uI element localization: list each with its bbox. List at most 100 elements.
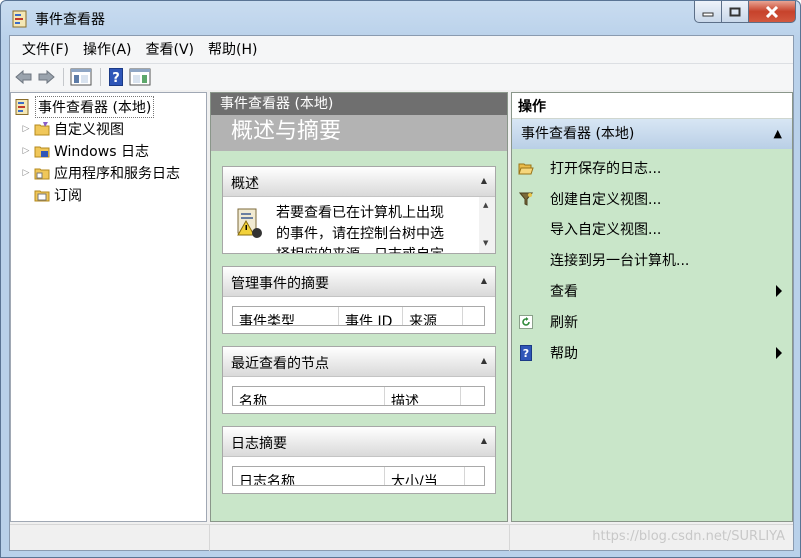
help-button[interactable]: ? — [106, 67, 126, 87]
column-header[interactable]: 事件 ID — [339, 307, 403, 325]
overview-title: 概述与摘要 — [211, 115, 507, 151]
action-label: 打开保存的日志... — [550, 161, 662, 177]
action-pane-icon — [129, 68, 151, 86]
column-header[interactable]: 事件类型 — [233, 307, 339, 325]
subscriptions-icon — [34, 190, 50, 202]
actions-header: 操作 — [512, 93, 792, 119]
action-view[interactable]: 查看 — [512, 276, 792, 306]
windows-logs-folder-icon — [34, 146, 50, 158]
column-header[interactable]: 大小/当 — [385, 467, 465, 485]
show-hide-action-pane-button[interactable] — [128, 67, 152, 87]
section-title: 管理事件的摘要 — [231, 276, 329, 292]
overview-section: 概述 ▲ 若要查看已在计算机上出现 的事件，请在控制台树中选 ▲ ▼ — [222, 166, 496, 254]
action-open-saved-log[interactable]: 打开保存的日志... — [512, 153, 792, 183]
tree-item-app-service-logs[interactable]: ▷ 应用程序和服务日志 — [21, 162, 180, 184]
maximize-button[interactable] — [722, 1, 749, 23]
column-header[interactable]: 描述 — [385, 387, 461, 405]
custom-views-folder-icon — [34, 122, 50, 136]
overview-text-line: 择相应的来源、日志或自定 — [276, 245, 444, 253]
action-create-custom-view[interactable]: 创建自定义视图... — [512, 184, 792, 214]
overview-text-line: 的事件，请在控制台树中选 — [276, 226, 444, 242]
action-label: 帮助 — [550, 346, 578, 362]
overview-scrollbar[interactable]: ▲ ▼ — [479, 197, 495, 253]
log-summary-section-body: 日志名称 大小/当 — [223, 457, 495, 493]
column-header[interactable]: 日志名称 — [233, 467, 385, 485]
client-area: 文件(F) 操作(A) 查看(V) 帮助(H) ? 事件查看器 (本地) ▷ 自… — [9, 35, 794, 551]
overview-section-header[interactable]: 概述 ▲ — [223, 167, 495, 197]
tree-item-subscriptions[interactable]: 订阅 — [34, 184, 82, 206]
filter-icon — [519, 192, 533, 206]
overview-pane-header: 事件查看器 (本地) — [211, 93, 507, 115]
overview-section-body: 若要查看已在计算机上出现 的事件，请在控制台树中选 择相应的来源、日志或自定 ▲… — [223, 197, 495, 253]
collapse-icon[interactable]: ▲ — [481, 167, 487, 195]
menu-help[interactable]: 帮助(H) — [201, 36, 264, 64]
action-label: 查看 — [550, 284, 578, 300]
section-title: 最近查看的节点 — [231, 356, 329, 372]
back-arrow-icon — [15, 70, 32, 84]
actions-group-title: 事件查看器 (本地) — [521, 126, 635, 142]
back-button[interactable] — [14, 67, 34, 87]
close-button[interactable] — [749, 1, 796, 23]
menu-view[interactable]: 查看(V) — [139, 36, 202, 64]
help-icon: ? — [109, 68, 123, 86]
expand-icon[interactable]: ▷ — [21, 124, 31, 134]
tree-item-windows-logs[interactable]: ▷ Windows 日志 — [21, 140, 149, 162]
log-summary-column-header: 日志名称 大小/当 — [232, 466, 485, 486]
console-tree[interactable]: 事件查看器 (本地) ▷ 自定义视图 ▷ Windows 日志 ▷ 应用程序和服… — [10, 92, 207, 522]
log-summary-section: 日志摘要 ▲ 日志名称 大小/当 — [222, 426, 496, 494]
scroll-up-icon[interactable]: ▲ — [483, 201, 488, 209]
svg-text:?: ? — [523, 347, 529, 360]
action-label: 刷新 — [550, 315, 578, 331]
toolbar-separator — [63, 68, 64, 86]
refresh-icon — [519, 315, 533, 329]
close-icon — [765, 5, 779, 18]
menu-action[interactable]: 操作(A) — [76, 36, 139, 64]
collapse-icon[interactable]: ▲ — [481, 347, 487, 375]
help-icon: ? — [520, 345, 532, 361]
collapse-icon[interactable]: ▲ — [774, 119, 782, 149]
event-log-info-icon — [237, 208, 262, 238]
tree-root-label: 事件查看器 (本地) — [35, 96, 155, 118]
svg-text:?: ? — [112, 71, 120, 86]
toolbar: ? — [10, 64, 793, 90]
expand-icon[interactable]: ▷ — [21, 146, 31, 156]
action-import-custom-view[interactable]: 导入自定义视图... — [512, 214, 792, 244]
action-label: 连接到另一台计算机... — [550, 253, 690, 269]
collapse-icon[interactable]: ▲ — [481, 427, 487, 455]
action-refresh[interactable]: 刷新 — [512, 307, 792, 337]
recent-nodes-column-header: 名称 描述 — [232, 386, 485, 406]
action-connect-computer[interactable]: 连接到另一台计算机... — [512, 245, 792, 275]
forward-arrow-icon — [38, 70, 55, 84]
action-label: 创建自定义视图... — [550, 192, 662, 208]
action-label: 导入自定义视图... — [550, 222, 662, 238]
title-bar[interactable]: 事件查看器 — [1, 1, 800, 35]
tree-item-label: Windows 日志 — [54, 144, 149, 160]
show-hide-console-tree-button[interactable] — [69, 67, 93, 87]
actions-group-header[interactable]: 事件查看器 (本地) ▲ — [512, 119, 792, 149]
recent-nodes-section-header[interactable]: 最近查看的节点 ▲ — [223, 347, 495, 377]
event-viewer-window: 事件查看器 文件(F) 操作(A) 查看(V) 帮助(H) ? 事件查看器 (本… — [0, 0, 801, 558]
status-cell — [210, 525, 510, 551]
expand-icon[interactable]: ▷ — [21, 168, 31, 178]
menu-file[interactable]: 文件(F) — [15, 36, 76, 64]
log-summary-section-header[interactable]: 日志摘要 ▲ — [223, 427, 495, 457]
forward-button[interactable] — [36, 67, 56, 87]
scroll-down-icon[interactable]: ▼ — [483, 239, 488, 247]
window-title: 事件查看器 — [35, 12, 105, 28]
action-help[interactable]: ? 帮助 — [512, 338, 792, 368]
column-header[interactable]: 来源 — [403, 307, 463, 325]
tree-item-root[interactable]: 事件查看器 (本地) — [15, 96, 155, 118]
admin-events-column-header: 事件类型 事件 ID 来源 — [232, 306, 485, 326]
submenu-arrow-icon — [776, 285, 782, 297]
minimize-icon — [702, 12, 714, 16]
column-header[interactable]: 名称 — [233, 387, 385, 405]
minimize-button[interactable] — [694, 1, 722, 23]
admin-events-section: 管理事件的摘要 ▲ 事件类型 事件 ID 来源 — [222, 266, 496, 334]
collapse-icon[interactable]: ▲ — [481, 267, 487, 295]
tree-item-custom-views[interactable]: ▷ 自定义视图 — [21, 118, 124, 140]
admin-events-section-header[interactable]: 管理事件的摘要 ▲ — [223, 267, 495, 297]
overview-description: 若要查看已在计算机上出现 的事件，请在控制台树中选 择相应的来源、日志或自定 — [276, 203, 444, 253]
watermark-text: https://blog.csdn.net/SURLIYA — [592, 529, 785, 544]
toolbar-separator — [100, 68, 101, 86]
menu-bar: 文件(F) 操作(A) 查看(V) 帮助(H) — [10, 36, 793, 64]
